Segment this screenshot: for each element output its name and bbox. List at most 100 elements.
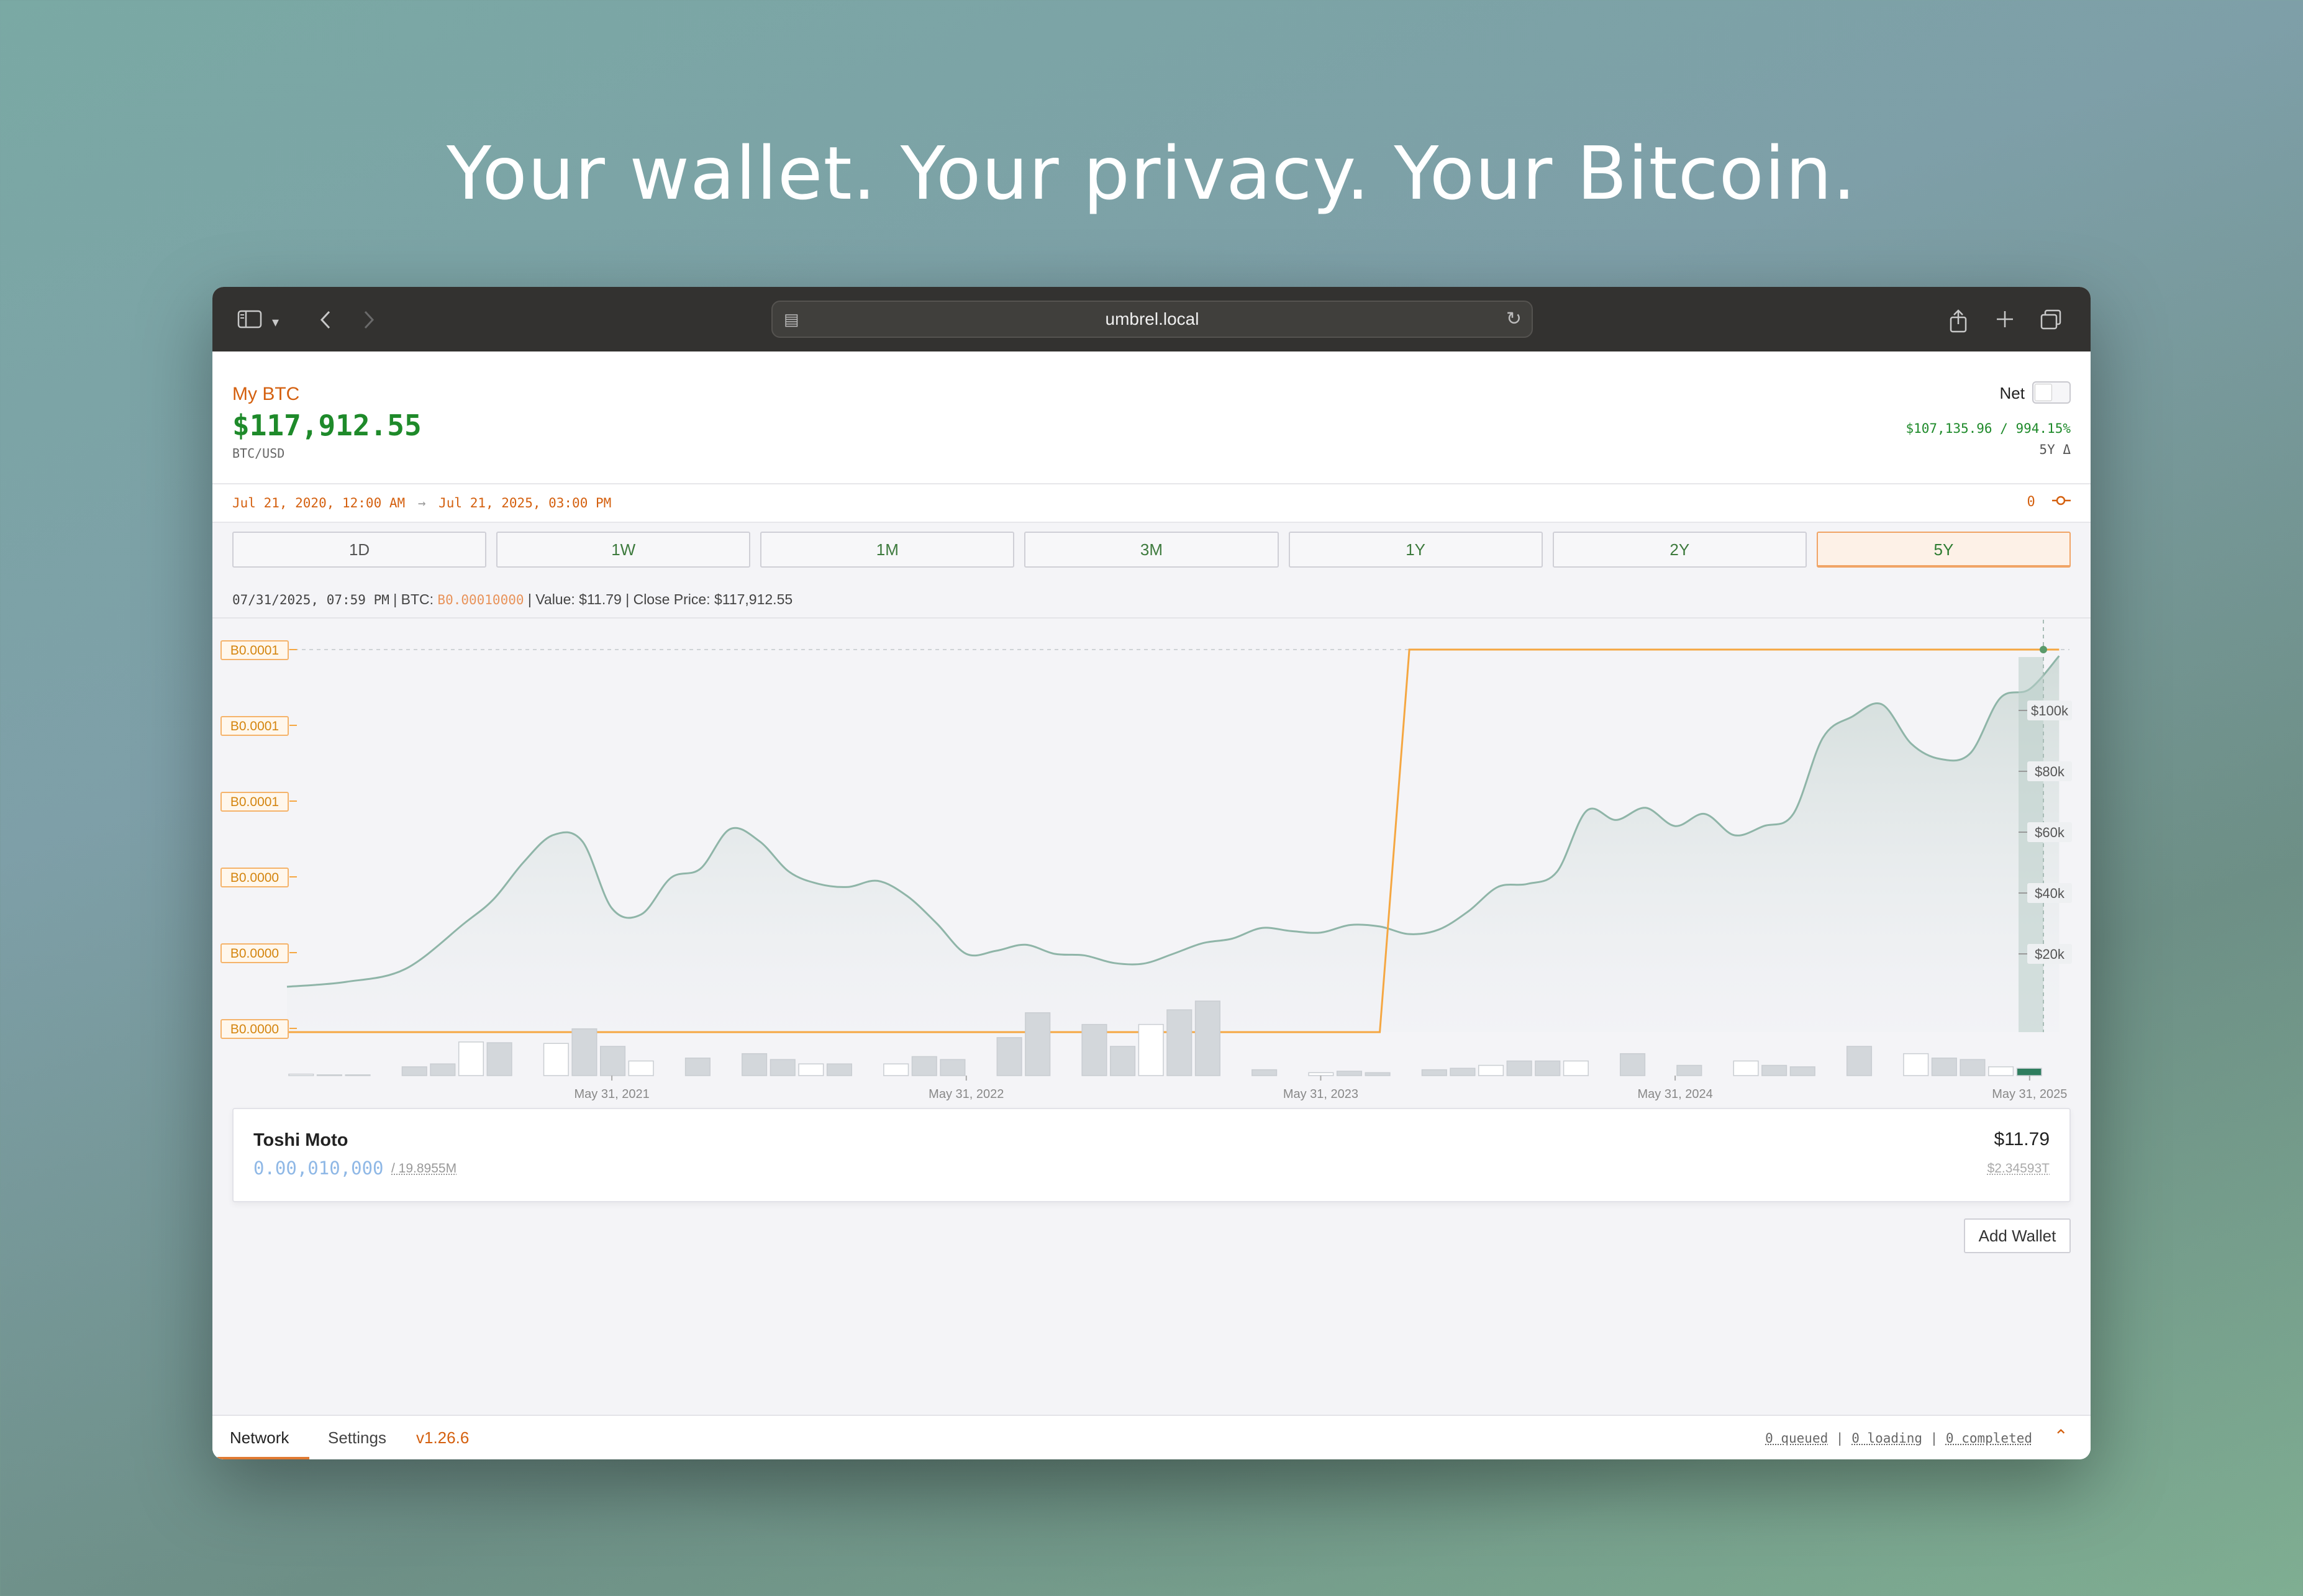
volume-bar [940,1059,966,1076]
x-axis-tick: May 31, 2024 [1638,1087,1713,1101]
queued-count[interactable]: 0 queued [1765,1431,1828,1446]
volume-bar [316,1074,342,1076]
volume-bar [1081,1023,1107,1076]
volume-bar [599,1046,626,1076]
network-status: 0 queued | 0 loading | 0 completed [1765,1431,2032,1446]
volume-bar [628,1060,654,1076]
version-label: v1.26.6 [416,1428,470,1447]
volume-bar [1535,1060,1561,1076]
right-axis-tick: $60k [2035,825,2065,840]
date-range-end: Jul 21, 2025, 03:00 PM [438,496,612,510]
forward-arrow-icon[interactable] [361,309,376,334]
left-axis-tick: B0.0000 [230,946,279,961]
hover-datetime: 07/31/2025, 07:59 PM [232,592,389,607]
price-chart[interactable]: B0.0001 B0.0001 B0.0001 B0.0000 B0.0000 B0.00… [212,620,2091,1104]
toggle-knob [2035,384,2052,401]
volume-bar [1676,1064,1702,1076]
completed-count[interactable]: 0 completed [1946,1431,2032,1446]
volume-bar [1336,1071,1363,1076]
volume-bar [1903,1053,1929,1076]
volume-bar [996,1037,1022,1076]
chevron-down-icon[interactable]: ▾ [272,312,279,333]
range-button-3m[interactable]: 3M [1024,532,1279,568]
date-range-bar[interactable]: Jul 21, 2020, 12:00 AM → Jul 21, 2025, 0… [212,484,2091,523]
volume-bar [2016,1068,2042,1076]
footer-bar: Network Settings v1.26.6 0 queued | 0 lo… [212,1415,2091,1459]
account-supply: / 19.8955M [391,1161,457,1176]
volume-bar [1846,1046,1873,1076]
chevron-up-icon[interactable]: ⌃ [2054,1426,2068,1446]
volume-bar [1421,1069,1447,1076]
volume-bar [1025,1012,1051,1076]
volume-bar [401,1066,427,1076]
share-icon[interactable] [1949,309,1968,337]
date-range-control[interactable]: 0 [2027,494,2071,510]
volume-bar [742,1053,768,1076]
net-toggle[interactable] [2032,381,2071,404]
account-card[interactable]: Toshi Moto 0.00,010,000 / 19.8955M $11.7… [232,1108,2071,1202]
range-button-1y[interactable]: 1Y [1288,532,1543,568]
range-button-1m[interactable]: 1M [760,532,1015,568]
hover-btc-label: BTC: [401,591,434,607]
x-axis-tick: May 31, 2021 [575,1087,650,1101]
volume-bar [911,1056,937,1076]
right-axis-tick: $40k [2035,886,2065,901]
address-bar[interactable]: ▤ umbrel.local ↻ [771,301,1533,338]
volume-bar [1194,1000,1220,1076]
loading-count[interactable]: 0 loading [1851,1431,1922,1446]
volume-bar [1563,1060,1589,1076]
new-tab-icon[interactable] [1995,309,2015,333]
range-button-1d[interactable]: 1D [232,532,487,568]
hover-info: 07/31/2025, 07:59 PM | BTC: B0.00010000 … [232,591,793,607]
page-menu-icon[interactable]: ▤ [784,302,799,337]
volume-bar [1733,1060,1759,1076]
range-button-1w[interactable]: 1W [496,532,751,568]
volume-bar [571,1028,597,1076]
range-button-5y[interactable]: 5Y [1816,532,2071,568]
left-axis-tick: B0.0000 [230,871,279,885]
tab-network[interactable]: Network [230,1428,289,1448]
wallet-header: My BTC $117,912.55 BTC/USD Net $107,135.… [212,351,2091,484]
volume-bar [1138,1023,1164,1076]
x-axis-tick: May 31, 2022 [929,1087,1004,1101]
volume-bar [1789,1066,1815,1076]
volume-bar [486,1042,512,1076]
browser-titlebar: ▾ ▤ umbrel.local ↻ [212,287,2091,351]
x-axis-tick: May 31, 2023 [1283,1087,1358,1101]
add-wallet-button[interactable]: Add Wallet [1964,1218,2071,1253]
left-axis-tick: B0.0001 [230,719,279,733]
volume-bar [1110,1046,1136,1076]
hover-close-price: Close Price: $117,912.55 [633,591,793,607]
sidebar-toggle-icon[interactable] [237,309,262,333]
currency-pair: BTC/USD [232,446,285,461]
delta-value: $107,135.96 / 994.15% [1906,421,2071,436]
volume-bar [1365,1072,1391,1076]
volume-bar [345,1074,371,1076]
account-name: Toshi Moto [253,1130,348,1150]
x-axis-tick: May 31, 2025 [1992,1087,2067,1101]
volume-bar [1931,1058,1957,1076]
volume-bar [1761,1064,1787,1076]
account-usd-value: $11.79 [1994,1129,2050,1149]
right-axis-tick: $20k [2035,946,2065,962]
hover-point [2040,646,2047,653]
reload-icon[interactable]: ↻ [1506,302,1522,337]
tab-overview-icon[interactable] [2040,309,2062,334]
left-axis-tick: B0.0001 [230,795,279,809]
volume-bar [1988,1066,2014,1076]
wallet-value: $117,912.55 [232,409,422,442]
volume-bar [1450,1068,1476,1076]
tab-settings[interactable]: Settings [328,1428,386,1448]
volume-bar [1166,1009,1192,1076]
net-label: Net [1999,384,2025,402]
back-arrow-icon[interactable] [318,309,333,334]
volume-bar [1308,1072,1334,1076]
slider-handle-icon[interactable] [2052,494,2071,510]
date-range-start: Jul 21, 2020, 12:00 AM [232,496,406,510]
range-button-2y[interactable]: 2Y [1552,532,1807,568]
app-content: My BTC $117,912.55 BTC/USD Net $107,135.… [212,351,2091,1459]
volume-bar [288,1073,314,1076]
volume-bar [1478,1064,1504,1076]
arrow-right-icon: → [417,496,426,510]
browser-window: ▾ ▤ umbrel.local ↻ My BTC $117,912.55 BT… [212,287,2091,1459]
